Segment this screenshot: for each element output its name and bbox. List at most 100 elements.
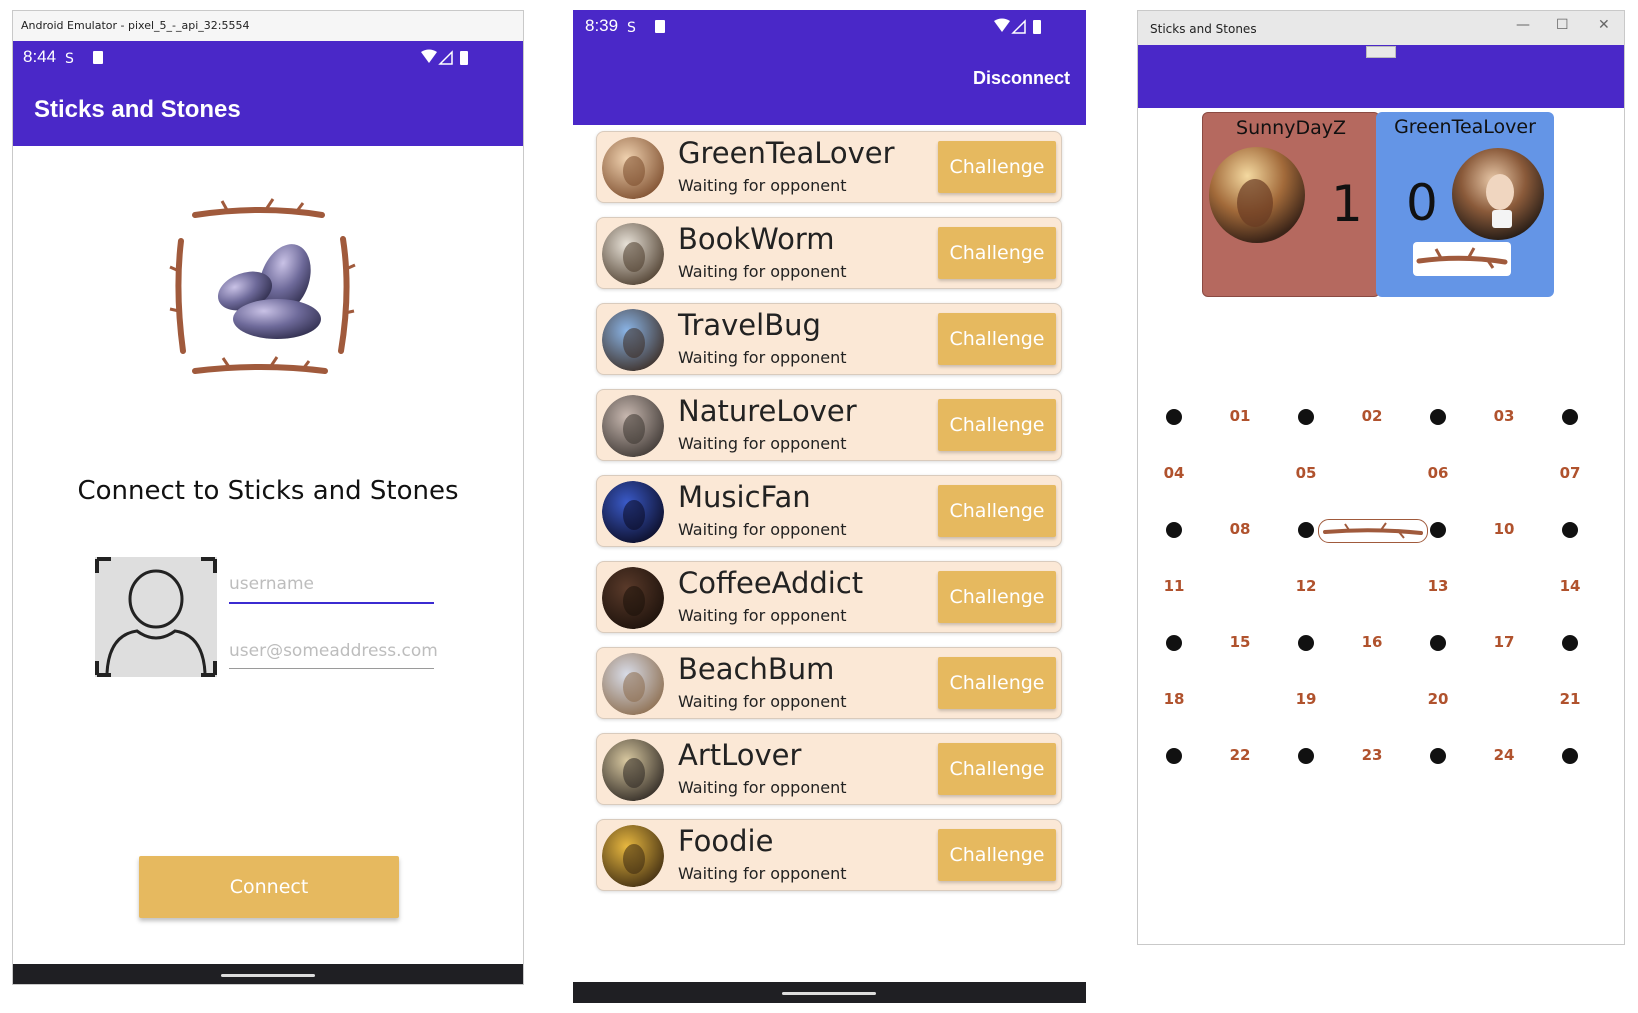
stick-position[interactable]: 23 bbox=[1352, 746, 1392, 764]
stick-position[interactable]: 21 bbox=[1550, 690, 1590, 708]
coffee-avatar bbox=[602, 567, 664, 629]
stick-icon bbox=[1416, 247, 1508, 269]
challenge-button[interactable]: Challenge bbox=[938, 399, 1056, 451]
challenge-button[interactable]: Challenge bbox=[938, 141, 1056, 193]
stick-position[interactable]: 20 bbox=[1418, 690, 1458, 708]
emulator-window: Android Emulator - pixel_5_-_api_32:5554… bbox=[12, 10, 524, 985]
challenge-button[interactable]: Challenge bbox=[938, 743, 1056, 795]
stick-position[interactable]: 10 bbox=[1484, 520, 1524, 538]
navigation-bar bbox=[13, 964, 523, 984]
player-name: TravelBug bbox=[678, 308, 821, 342]
beach-avatar bbox=[602, 653, 664, 715]
challenge-button[interactable]: Challenge bbox=[938, 829, 1056, 881]
stick-position[interactable]: 19 bbox=[1286, 690, 1326, 708]
stone-dot[interactable] bbox=[1430, 522, 1446, 538]
svg-text:S: S bbox=[627, 20, 636, 36]
stick-position[interactable]: 16 bbox=[1352, 633, 1392, 651]
drag-handle[interactable] bbox=[1366, 46, 1396, 58]
status-time: 8:44 bbox=[23, 47, 57, 66]
stone-dot[interactable] bbox=[1430, 748, 1446, 764]
username-underline bbox=[229, 602, 434, 604]
disconnect-button[interactable]: Disconnect bbox=[973, 68, 1070, 89]
close-icon[interactable]: ✕ bbox=[1598, 17, 1610, 33]
stick-position[interactable]: 22 bbox=[1220, 746, 1260, 764]
app-bar: Disconnect bbox=[573, 42, 1086, 125]
challenge-button[interactable]: Challenge bbox=[938, 485, 1056, 537]
stone-dot[interactable] bbox=[1298, 409, 1314, 425]
stone-dot[interactable] bbox=[1562, 635, 1578, 651]
stick-position[interactable]: 24 bbox=[1484, 746, 1524, 764]
lobby-screen: 8:39 S Disconnect GreenTeaLover Waiting f… bbox=[573, 10, 1086, 1003]
player2-stick-indicator bbox=[1413, 242, 1511, 276]
stick-position[interactable]: 07 bbox=[1550, 464, 1590, 482]
nature-avatar bbox=[602, 395, 664, 457]
home-handle[interactable] bbox=[782, 992, 876, 995]
player-card: ArtLover Waiting for opponent Challenge bbox=[596, 733, 1062, 805]
sticks-and-stones-logo bbox=[169, 198, 356, 374]
player-status: Waiting for opponent bbox=[678, 606, 847, 625]
status-bar: 8:44 S bbox=[13, 41, 523, 73]
stick-position[interactable]: 08 bbox=[1220, 520, 1260, 538]
email-field[interactable]: user@someaddress.com bbox=[229, 641, 438, 661]
player-card: CoffeeAddict Waiting for opponent Challeng… bbox=[596, 561, 1062, 633]
stick-position[interactable]: 15 bbox=[1220, 633, 1260, 651]
svg-text:S: S bbox=[65, 51, 74, 67]
stone-dot[interactable] bbox=[1562, 748, 1578, 764]
stone-dot[interactable] bbox=[1430, 635, 1446, 651]
stick-position[interactable]: 13 bbox=[1418, 577, 1458, 595]
home-handle[interactable] bbox=[221, 974, 315, 977]
stone-dot[interactable] bbox=[1166, 522, 1182, 538]
stick-position[interactable]: 11 bbox=[1154, 577, 1194, 595]
player-name: NatureLover bbox=[678, 394, 857, 428]
email-underline bbox=[229, 668, 434, 669]
challenge-button[interactable]: Challenge bbox=[938, 313, 1056, 365]
player-status: Waiting for opponent bbox=[678, 434, 847, 453]
player1-score-card: SunnyDayZ 1 bbox=[1202, 112, 1380, 297]
stick-position[interactable]: 04 bbox=[1154, 464, 1194, 482]
status-time: 8:39 bbox=[585, 16, 619, 35]
user-avatar-icon bbox=[95, 557, 217, 677]
stick-position[interactable]: 02 bbox=[1352, 407, 1392, 425]
stone-dot[interactable] bbox=[1430, 409, 1446, 425]
player-name: BeachBum bbox=[678, 652, 835, 686]
woman-drinking-tea-avatar bbox=[602, 137, 664, 199]
stick-position[interactable]: 05 bbox=[1286, 464, 1326, 482]
stone-dot[interactable] bbox=[1166, 635, 1182, 651]
stick-position[interactable]: 17 bbox=[1484, 633, 1524, 651]
navigation-bar bbox=[573, 982, 1086, 1003]
stick-position[interactable]: 03 bbox=[1484, 407, 1524, 425]
challenge-button[interactable]: Challenge bbox=[938, 571, 1056, 623]
stone-dot[interactable] bbox=[1166, 748, 1182, 764]
player2-score-card: GreenTeaLover 0 bbox=[1376, 112, 1554, 297]
stone-dot[interactable] bbox=[1562, 409, 1578, 425]
stone-dot[interactable] bbox=[1298, 635, 1314, 651]
player2-score: 0 bbox=[1406, 174, 1438, 232]
stick-position[interactable]: 01 bbox=[1220, 407, 1260, 425]
stick-position[interactable]: 06 bbox=[1418, 464, 1458, 482]
player-card: GreenTeaLover Waiting for opponent Challen… bbox=[596, 131, 1062, 203]
username-field[interactable]: username bbox=[229, 574, 314, 594]
wifi-signal-battery-icon bbox=[421, 49, 468, 65]
maximize-icon[interactable]: ☐ bbox=[1556, 17, 1569, 33]
placed-stick[interactable] bbox=[1318, 519, 1428, 543]
stick-position[interactable]: 12 bbox=[1286, 577, 1326, 595]
player-name: BookWorm bbox=[678, 222, 835, 256]
stone-dot[interactable] bbox=[1298, 522, 1314, 538]
window-title: Sticks and Stones bbox=[1138, 11, 1624, 45]
stone-dot[interactable] bbox=[1298, 748, 1314, 764]
stone-dot[interactable] bbox=[1562, 522, 1578, 538]
stick-position[interactable]: 14 bbox=[1550, 577, 1590, 595]
player-card: Foodie Waiting for opponent Challenge bbox=[596, 819, 1062, 891]
player-status: Waiting for opponent bbox=[678, 692, 847, 711]
challenge-button[interactable]: Challenge bbox=[938, 227, 1056, 279]
player-name: GreenTeaLover bbox=[678, 136, 895, 170]
player-name: MusicFan bbox=[678, 480, 811, 514]
minimize-icon[interactable]: — bbox=[1516, 17, 1530, 33]
stone-dot[interactable] bbox=[1166, 409, 1182, 425]
wifi-signal-battery-icon bbox=[994, 18, 1041, 34]
avatar-picker[interactable] bbox=[95, 557, 217, 677]
stick-position[interactable]: 18 bbox=[1154, 690, 1194, 708]
connect-button[interactable]: Connect bbox=[139, 856, 399, 918]
challenge-button[interactable]: Challenge bbox=[938, 657, 1056, 709]
concert-avatar bbox=[602, 481, 664, 543]
